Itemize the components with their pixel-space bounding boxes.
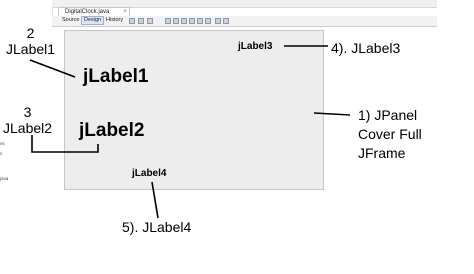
annotation-jpanel: 1) JPanel Cover Full JFrame: [358, 107, 422, 161]
annotation-jlabel3: 4). JLabel3: [331, 40, 401, 56]
annotation-jlabel2: 3 JLabel2: [3, 104, 53, 136]
annotation-line-5: [313, 112, 351, 116]
annotation-line-2: [31, 135, 99, 153]
annotation-line-1: [29, 59, 76, 78]
annotation-line-4: [151, 181, 159, 219]
annotation-jlabel1: 2 JLabel1: [6, 25, 56, 57]
annotation-jlabel4: 5). JLabel4: [122, 219, 192, 235]
